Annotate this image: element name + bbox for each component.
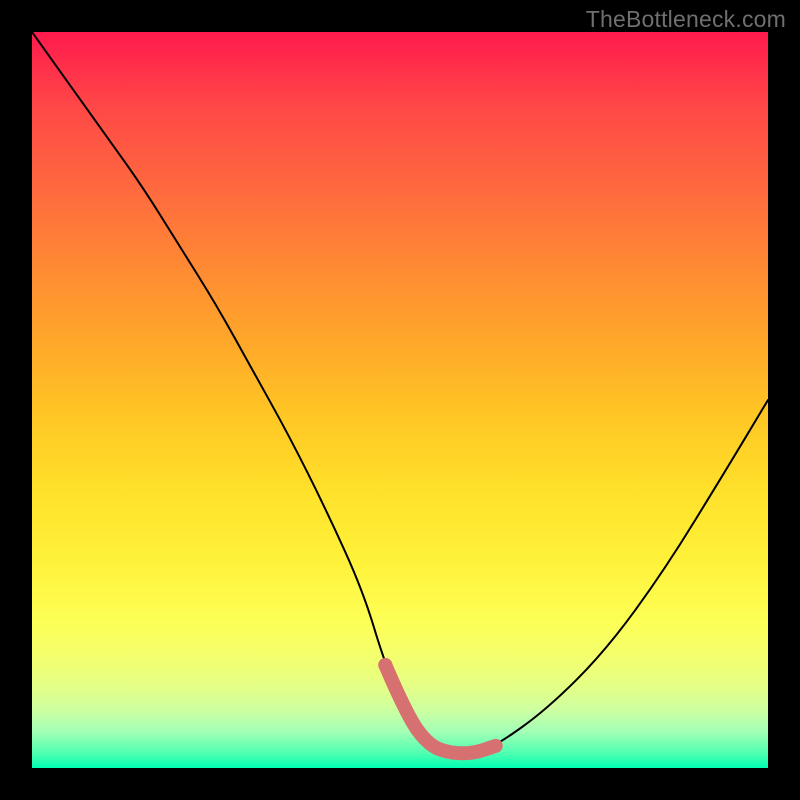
plot-area: [32, 32, 768, 768]
bottleneck-curve-svg: [32, 32, 768, 768]
watermark-text: TheBottleneck.com: [586, 6, 786, 33]
chart-frame: TheBottleneck.com: [0, 0, 800, 800]
optimal-range-highlight: [385, 665, 495, 753]
bottleneck-curve: [32, 32, 768, 753]
optimal-range-start-dot: [378, 658, 392, 672]
